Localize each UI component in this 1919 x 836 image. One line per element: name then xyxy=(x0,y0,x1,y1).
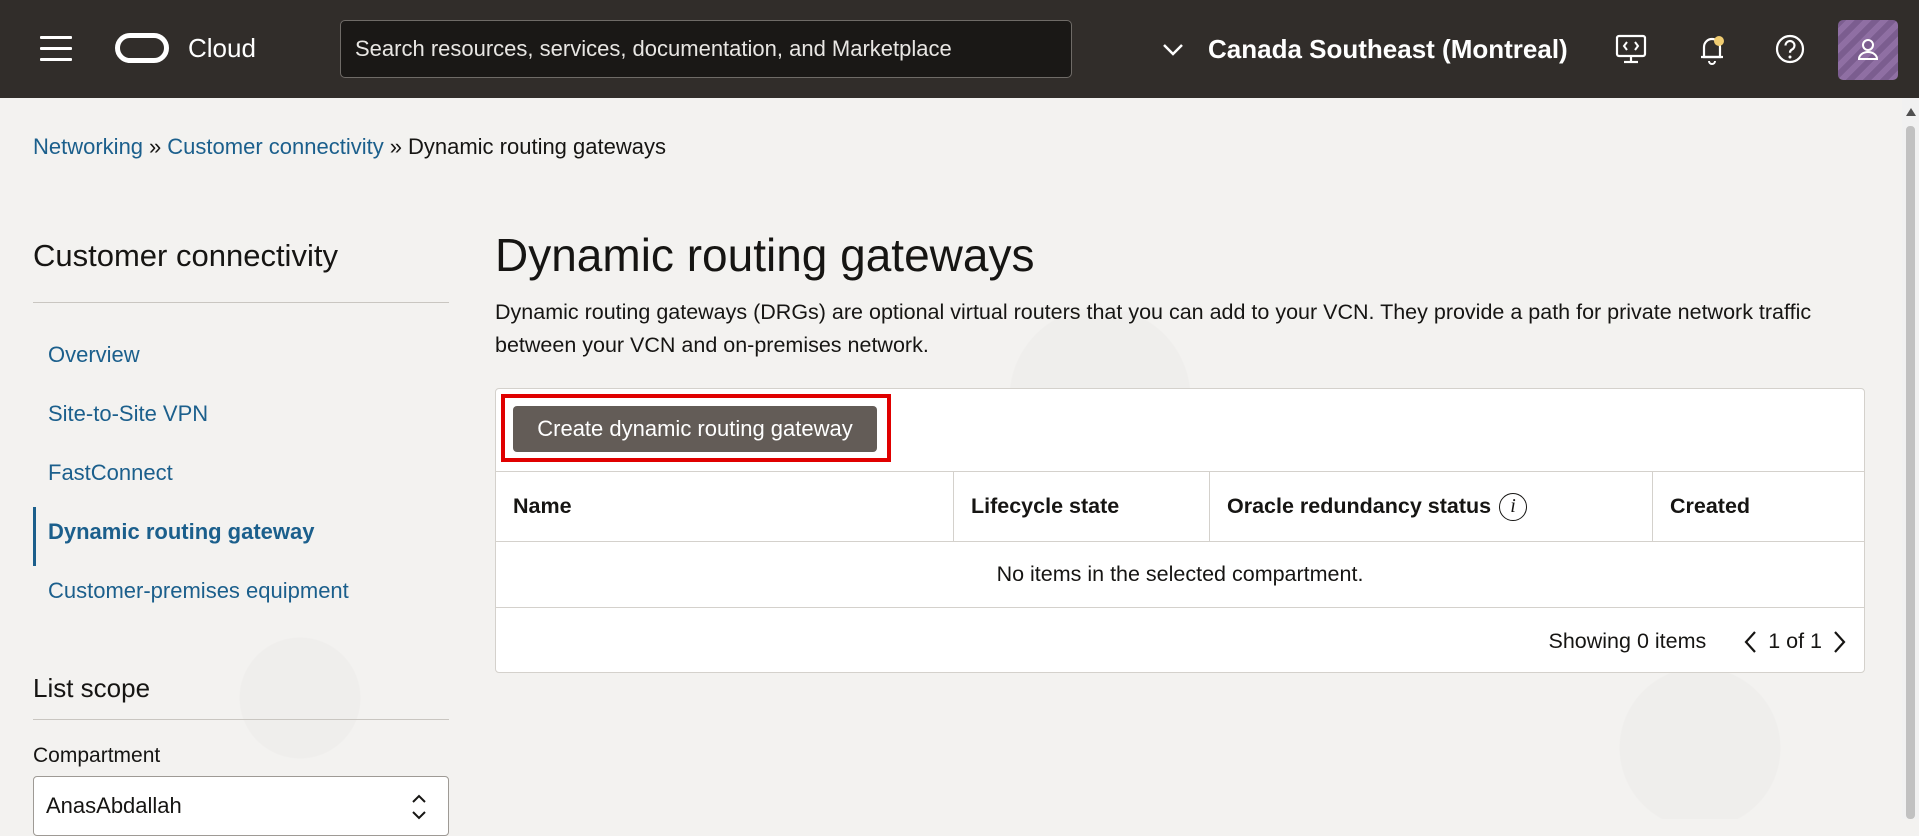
column-header-lifecycle-state[interactable]: Lifecycle state xyxy=(954,472,1210,541)
breadcrumb-current: Dynamic routing gateways xyxy=(407,134,666,159)
bell-icon[interactable] xyxy=(1693,30,1731,68)
breadcrumb-separator: » xyxy=(149,134,162,159)
avatar[interactable] xyxy=(1838,20,1898,80)
sidebar-item-site-to-site-vpn[interactable]: Site-to-Site VPN xyxy=(33,389,449,448)
page-indicator: 1 of 1 xyxy=(1768,629,1823,653)
scroll-thumb[interactable] xyxy=(1906,126,1915,819)
compartment-label: Compartment xyxy=(33,744,161,767)
column-header-oracle-redundancy-status[interactable]: Oracle redundancy status i xyxy=(1210,472,1653,541)
chevron-down-icon[interactable] xyxy=(1162,38,1184,60)
sidebar-nav: Overview Site-to-Site VPN FastConnect Dy… xyxy=(33,330,449,625)
top-navigation-bar: Cloud Canada Southeast (Montreal) xyxy=(0,0,1919,98)
column-header-created[interactable]: Created xyxy=(1653,472,1864,541)
breadcrumb-customer-connectivity[interactable]: Customer connectivity xyxy=(167,134,383,159)
sidebar-title: Customer connectivity xyxy=(33,238,338,273)
list-scope-title: List scope xyxy=(33,673,151,703)
scroll-up-arrow-icon[interactable] xyxy=(1906,108,1916,116)
breadcrumb-networking[interactable]: Networking xyxy=(33,134,143,159)
table-header: Name Lifecycle state Oracle redundancy s… xyxy=(496,471,1864,542)
sidebar-item-customer-premises-equipment[interactable]: Customer-premises equipment xyxy=(33,566,449,625)
page-scrollbar[interactable] xyxy=(1902,98,1919,819)
menu-icon[interactable] xyxy=(40,36,72,62)
page-title: Dynamic routing gateways xyxy=(495,229,1035,281)
compartment-value: AnasAbdallah xyxy=(46,793,182,818)
create-drg-button[interactable]: Create dynamic routing gateway xyxy=(513,406,877,452)
breadcrumb: Networking» Customer connectivity» Dynamic… xyxy=(33,134,666,160)
region-selector[interactable]: Canada Southeast (Montreal) xyxy=(1208,34,1568,65)
sidebar-divider xyxy=(33,302,449,303)
sidebar-item-overview[interactable]: Overview xyxy=(33,330,449,389)
info-icon[interactable]: i xyxy=(1499,493,1528,522)
help-icon[interactable] xyxy=(1771,30,1809,68)
breadcrumb-separator: » xyxy=(389,134,402,159)
select-chevrons-icon xyxy=(412,794,426,820)
compartment-select[interactable]: AnasAbdallah xyxy=(33,776,449,836)
sidebar-item-dynamic-routing-gateway[interactable]: Dynamic routing gateway xyxy=(33,507,449,566)
pagination: Showing 0 items 1 of 1 xyxy=(1549,621,1851,661)
sidebar-item-fastconnect[interactable]: FastConnect xyxy=(33,448,449,507)
chevron-right-icon[interactable] xyxy=(1828,627,1850,657)
user-icon xyxy=(1857,39,1879,60)
column-header-label: Lifecycle state xyxy=(971,494,1120,518)
brand-name[interactable]: Cloud xyxy=(188,33,256,64)
column-header-label: Name xyxy=(513,494,572,518)
chevron-left-icon[interactable] xyxy=(1740,627,1762,657)
column-header-label: Created xyxy=(1670,494,1751,518)
list-scope-divider xyxy=(33,719,449,720)
empty-table-message: No items in the selected compartment. xyxy=(496,541,1864,608)
items-count: Showing 0 items xyxy=(1548,629,1707,653)
page-description: Dynamic routing gateways (DRGs) are opti… xyxy=(495,300,1812,357)
column-header-name[interactable]: Name xyxy=(496,472,954,541)
oracle-logo-icon[interactable] xyxy=(115,33,169,63)
search-input[interactable] xyxy=(340,20,1072,78)
drg-list-panel: Create dynamic routing gateway Name Life… xyxy=(495,388,1865,673)
developer-tools-icon[interactable] xyxy=(1612,30,1650,68)
column-header-label: Oracle redundancy status xyxy=(1227,494,1492,518)
